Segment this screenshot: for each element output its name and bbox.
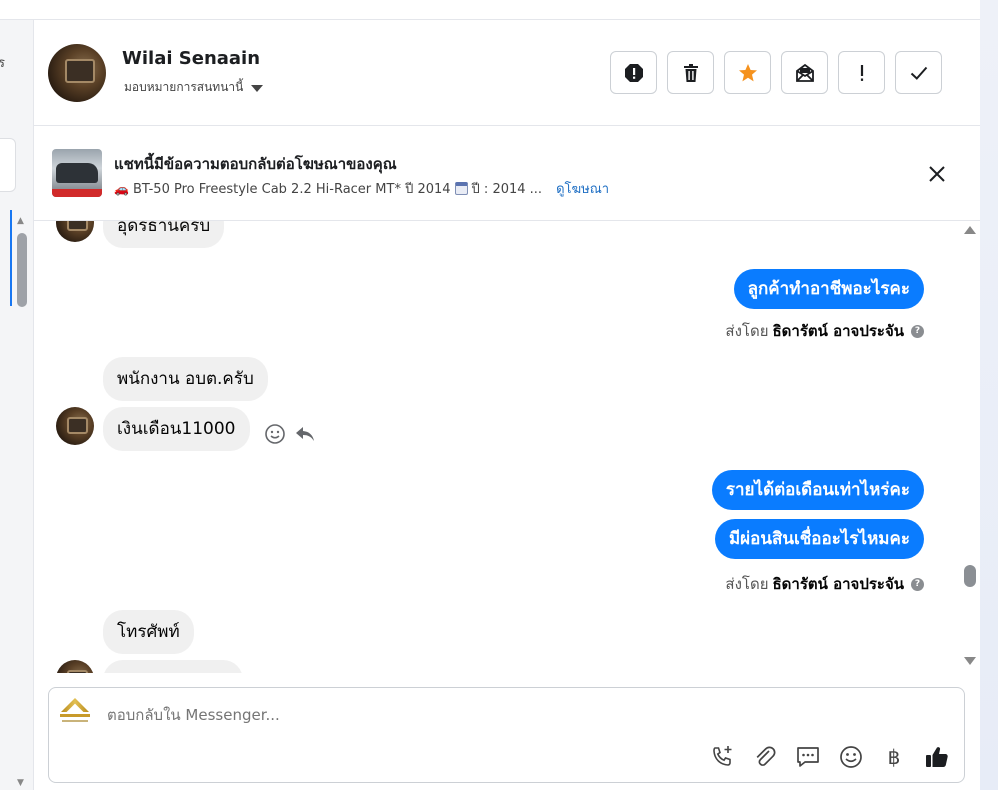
thread-scroll-down-icon[interactable] (964, 657, 976, 665)
sidebar-card[interactable] (0, 138, 16, 192)
ad-reply-banner: แชทนี้มีข้อความตอบกลับต่อโฆษณาของคุณ 🚗 B… (34, 127, 980, 221)
calendar-icon (454, 182, 468, 195)
sidebar-partial-text: ร (0, 56, 5, 71)
conversation-header: Wilai Senaain มอบหมายการสนทนานี้ (34, 20, 980, 126)
sidebar-scrollbar[interactable] (17, 233, 27, 307)
sent-by-name: ธิดารัตน์ อาจประจัน (772, 322, 905, 340)
top-strip (0, 0, 980, 20)
svg-text:฿: ฿ (888, 745, 901, 769)
emoji-react-icon[interactable] (264, 423, 286, 445)
like-icon[interactable] (924, 744, 950, 770)
truck-icon: 🚗 (114, 181, 129, 196)
report-button[interactable] (610, 51, 657, 94)
delete-button[interactable] (667, 51, 714, 94)
message-bubble-outgoing[interactable]: ลูกค้าทำอาชีพอะไรคะ (733, 269, 924, 309)
message-bubble-incoming[interactable]: เงินเดือน11000 (103, 407, 250, 451)
composer-toolbar: ฿ (709, 744, 950, 770)
mark-unread-icon (795, 63, 814, 82)
sent-by-prefix: ส่งโดย (725, 322, 769, 340)
sent-by-label: ส่งโดย ธิดารัตน์ อาจประจัน ? (725, 572, 924, 596)
follow-up-button[interactable] (838, 51, 885, 94)
call-add-icon[interactable] (709, 744, 735, 770)
ad-subtitle-year: ปี : 2014 ... (471, 182, 543, 197)
message-thread[interactable]: อุดรธานีครับ ลูกค้าทำอาชีพอะไรคะ ส่งโดย … (34, 221, 980, 673)
sent-by-name: ธิดารัตน์ อาจประจัน (772, 575, 905, 593)
close-banner-button[interactable] (924, 161, 950, 187)
message-bubble-incoming[interactable]: โทรศัพท์ (103, 610, 194, 654)
message-bubble-outgoing[interactable]: มีผ่อนสินเชื่ออะไรไหมคะ (714, 519, 924, 559)
mark-done-button[interactable] (895, 51, 942, 94)
assign-conversation-dropdown[interactable]: มอบหมายการสนทนานี้ (124, 78, 264, 97)
message-bubble-incoming[interactable]: พนักงาน อบต.ครับ (103, 357, 268, 401)
attachment-icon[interactable] (752, 744, 778, 770)
help-icon[interactable]: ? (911, 324, 924, 338)
sidebar-scroll-down-icon[interactable]: ▼ (17, 778, 24, 788)
trash-icon (683, 63, 698, 82)
alert-icon (624, 63, 643, 82)
reply-icon[interactable] (294, 423, 316, 445)
star-button[interactable] (724, 51, 771, 94)
conversation-list-sidebar: ร ▲ ▼ (0, 20, 34, 790)
reply-composer: ฿ (48, 687, 965, 783)
price-tag (52, 189, 102, 197)
ad-banner-subtitle: 🚗 BT-50 Pro Freestyle Cab 2.2 Hi-Racer M… (114, 178, 609, 199)
view-ad-link[interactable]: ดูโฆษณา (556, 178, 609, 199)
avatar[interactable] (48, 44, 106, 102)
sent-by-label: ส่งโดย ธิดารัตน์ อาจประจัน ? (725, 319, 924, 343)
thread-scrollbar[interactable] (964, 565, 976, 587)
page-background (980, 0, 998, 790)
sent-by-prefix: ส่งโดย (725, 575, 769, 593)
avatar (56, 660, 94, 673)
ad-thumbnail[interactable] (52, 149, 102, 197)
message-bubble-incoming[interactable] (103, 660, 243, 673)
reply-input[interactable] (107, 706, 807, 724)
check-icon (910, 66, 927, 80)
close-icon (929, 166, 945, 182)
caret-down-icon (251, 85, 264, 92)
sidebar-scroll-up-icon[interactable]: ▲ (17, 216, 24, 226)
message-actions (264, 423, 316, 445)
contact-name[interactable]: Wilai Senaain (122, 48, 260, 69)
sidebar-selection-indicator (10, 210, 12, 306)
page-logo (57, 698, 93, 726)
assign-label: มอบหมายการสนทนานี้ (124, 80, 244, 94)
star-icon (738, 63, 757, 81)
emoji-icon[interactable] (838, 744, 864, 770)
car-image (56, 163, 98, 183)
thread-scroll-up-icon[interactable] (964, 226, 976, 234)
mark-unread-button[interactable] (781, 51, 828, 94)
baht-icon[interactable]: ฿ (881, 744, 907, 770)
header-actions (610, 51, 942, 94)
message-bubble-outgoing[interactable]: รายได้ต่อเดือนเท่าไหร่คะ (711, 470, 924, 510)
help-icon[interactable]: ? (911, 577, 924, 591)
avatar (56, 407, 94, 445)
exclamation-icon (860, 64, 863, 81)
chat-icon[interactable] (795, 744, 821, 770)
avatar (56, 221, 94, 242)
ad-subtitle-text: BT-50 Pro Freestyle Cab 2.2 Hi-Racer MT*… (132, 182, 451, 197)
ad-banner-title: แชทนี้มีข้อความตอบกลับต่อโฆษณาของคุณ (114, 155, 397, 173)
message-bubble-incoming[interactable]: อุดรธานีครับ (103, 221, 225, 248)
